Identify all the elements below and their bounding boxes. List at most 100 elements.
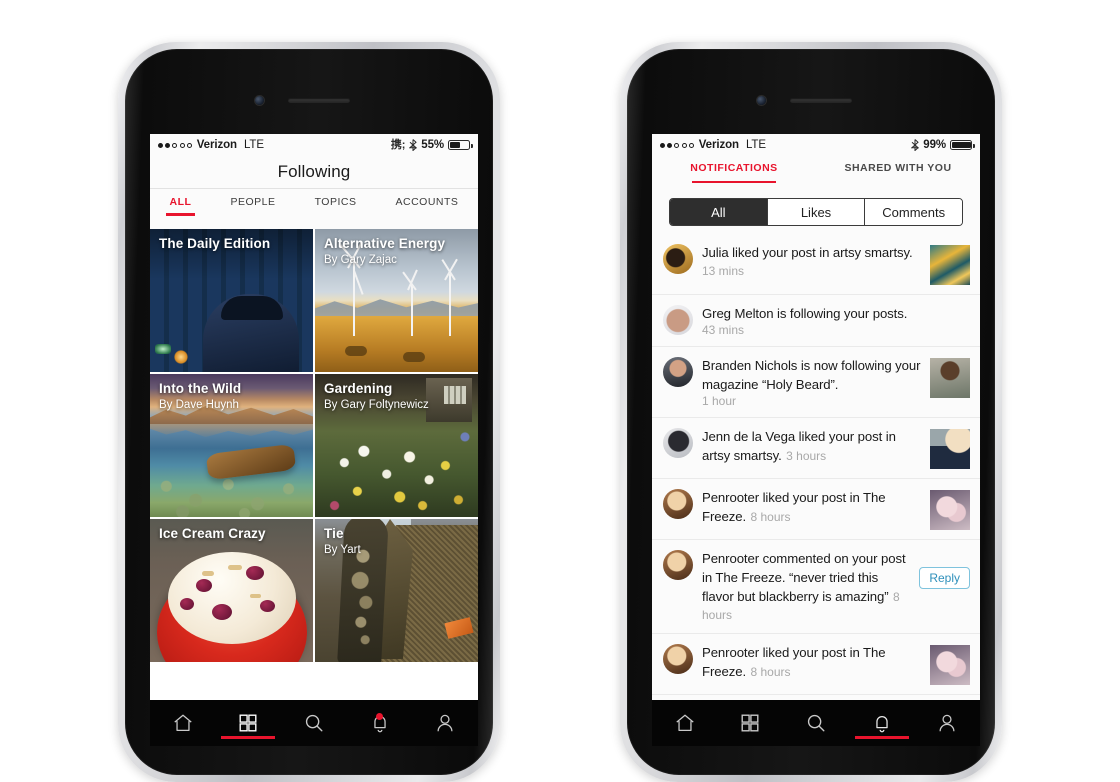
avatar xyxy=(663,428,693,458)
tab-accounts[interactable]: ACCOUNTS xyxy=(396,196,459,216)
magazine-tile[interactable]: Alternative Energy By Gary Zajac xyxy=(315,229,478,372)
notification-thumbnail[interactable] xyxy=(930,358,970,398)
tabbar-grid[interactable] xyxy=(216,700,282,746)
status-bar-left: Verizon LTE 携; 55% xyxy=(150,134,478,156)
tabbar-notifications[interactable] xyxy=(849,700,915,746)
grid-icon xyxy=(239,714,257,732)
magazine-tile[interactable]: Tie By Yart xyxy=(315,519,478,662)
avatar xyxy=(663,489,693,519)
tabbar-home[interactable] xyxy=(652,700,718,746)
tile-title: Gardening xyxy=(324,381,393,396)
network-type-label: LTE xyxy=(745,139,766,151)
tile-title: Ice Cream Crazy xyxy=(159,526,266,541)
active-tab-indicator xyxy=(854,736,909,739)
tile-text: Into the Wild By Dave Huynh xyxy=(159,381,305,412)
notification-body: Penrooter liked your post in The Freeze.… xyxy=(702,643,921,681)
earpiece-speaker xyxy=(790,98,852,103)
phone-right: Verizon LTE 99% NOTIFICATIONS SHARED WIT… xyxy=(620,42,1002,782)
notification-text: Penrooter commented on your post in The … xyxy=(702,551,906,604)
battery-icon xyxy=(950,140,975,150)
earpiece-speaker xyxy=(288,98,350,103)
active-tab-indicator xyxy=(221,736,276,739)
notification-thumbnail[interactable] xyxy=(930,245,970,285)
tile-byline: By Gary Zajac xyxy=(324,253,397,266)
tile-text: Ice Cream Crazy xyxy=(159,526,305,542)
tab-topics[interactable]: TOPICS xyxy=(315,196,357,216)
notification-item[interactable]: Branden Nichols is now following your ma… xyxy=(652,347,980,418)
notification-item[interactable]: Julia liked your post in artsy smartsy. … xyxy=(652,234,980,295)
notification-body: Jenn de la Vega liked your post in artsy… xyxy=(702,427,921,465)
tile-text: Alternative Energy By Gary Zajac xyxy=(324,236,470,267)
following-tabs: ALL PEOPLE TOPICS ACCOUNTS xyxy=(150,189,478,229)
segment-all[interactable]: All xyxy=(670,199,767,225)
tab-shared-with-you[interactable]: SHARED WITH YOU xyxy=(816,162,980,183)
tabbar-grid[interactable] xyxy=(718,700,784,746)
notification-body: Greg Melton is following your posts. 43 … xyxy=(702,304,970,337)
tile-title: Tie xyxy=(324,526,344,541)
filter-segmented-wrap: All Likes Comments xyxy=(652,192,980,234)
network-type-label: LTE xyxy=(243,139,264,151)
tab-all[interactable]: ALL xyxy=(165,196,196,216)
battery-percent-label: 99% xyxy=(923,139,946,151)
notification-time: 1 hour xyxy=(702,394,737,408)
notification-text: Penrooter liked your post in The Freeze. xyxy=(702,490,886,524)
avatar xyxy=(663,644,693,674)
tabbar-profile[interactable] xyxy=(914,700,980,746)
front-camera-icon xyxy=(255,96,264,105)
status-bar-right: Verizon LTE 99% xyxy=(652,134,980,156)
tab-notifications[interactable]: NOTIFICATIONS xyxy=(652,162,816,183)
notification-thumbnail[interactable] xyxy=(930,429,970,469)
notification-time: 8 hours xyxy=(750,510,791,524)
avatar xyxy=(663,550,693,580)
notification-thumbnail[interactable] xyxy=(930,645,970,685)
tabbar-search[interactable] xyxy=(281,700,347,746)
magazine-tile[interactable]: The Daily Edition xyxy=(150,229,313,372)
notification-text: Greg Melton is following your posts. xyxy=(702,306,908,321)
battery-percent-label: 55% xyxy=(421,139,444,151)
notification-item[interactable]: Jenn de la Vega liked your post in artsy… xyxy=(652,418,980,479)
signal-strength-icon xyxy=(660,142,694,148)
avatar xyxy=(663,357,693,387)
battery-icon xyxy=(448,140,473,150)
status-bar-right-group: 携; 55% xyxy=(391,139,473,151)
carrier-label: Verizon xyxy=(698,139,739,151)
home-icon xyxy=(676,714,694,731)
phone-left-screen: Verizon LTE 携; 55% Following ALL PEOPLE … xyxy=(150,134,478,746)
segment-comments[interactable]: Comments xyxy=(864,199,962,225)
front-camera-icon xyxy=(757,96,766,105)
tabbar-search[interactable] xyxy=(783,700,849,746)
notification-item[interactable]: Penrooter liked your post in The Freeze.… xyxy=(652,634,980,695)
notification-item[interactable]: Greg Melton is following your posts. 43 … xyxy=(652,295,980,347)
segment-likes[interactable]: Likes xyxy=(766,199,865,225)
tile-byline: By Gary Foltynewicz xyxy=(324,398,429,411)
search-icon xyxy=(305,714,323,732)
filter-segmented-control: All Likes Comments xyxy=(669,198,963,226)
tabbar-home[interactable] xyxy=(150,700,216,746)
notification-item[interactable]: Penrooter commented on your post in The … xyxy=(652,540,980,634)
magazine-tile[interactable]: Ice Cream Crazy xyxy=(150,519,313,662)
notification-body: Penrooter liked your post in The Freeze.… xyxy=(702,488,921,526)
magazine-tile[interactable]: Gardening By Gary Foltynewicz xyxy=(315,374,478,517)
notification-thumbnail[interactable] xyxy=(930,490,970,530)
screenshot-canvas: Verizon LTE 携; 55% Following ALL PEOPLE … xyxy=(0,0,1120,782)
reply-button[interactable]: Reply xyxy=(919,567,970,589)
notification-body: Julia liked your post in artsy smartsy. … xyxy=(702,243,921,280)
tabbar-notifications[interactable] xyxy=(347,700,413,746)
notification-text: Julia liked your post in artsy smartsy. xyxy=(702,245,913,260)
page-title: Following xyxy=(150,156,478,188)
tile-byline: By Yart xyxy=(324,543,361,556)
notification-text: Branden Nichols is now following your ma… xyxy=(702,358,921,392)
tabbar-profile[interactable] xyxy=(412,700,478,746)
tile-title: The Daily Edition xyxy=(159,236,271,251)
tab-people[interactable]: PEOPLE xyxy=(230,196,275,216)
person-icon xyxy=(437,714,453,732)
avatar xyxy=(663,305,693,335)
notification-time: 13 mins xyxy=(702,264,745,278)
notification-item[interactable]: Penrooter liked your post in The Freeze.… xyxy=(652,479,980,540)
tab-bar-left xyxy=(150,700,478,746)
magazine-tile[interactable]: Into the Wild By Dave Huynh xyxy=(150,374,313,517)
tab-bar-right xyxy=(652,700,980,746)
signal-strength-icon xyxy=(158,142,192,148)
home-icon xyxy=(174,714,192,731)
notification-time: 3 hours xyxy=(786,449,827,463)
